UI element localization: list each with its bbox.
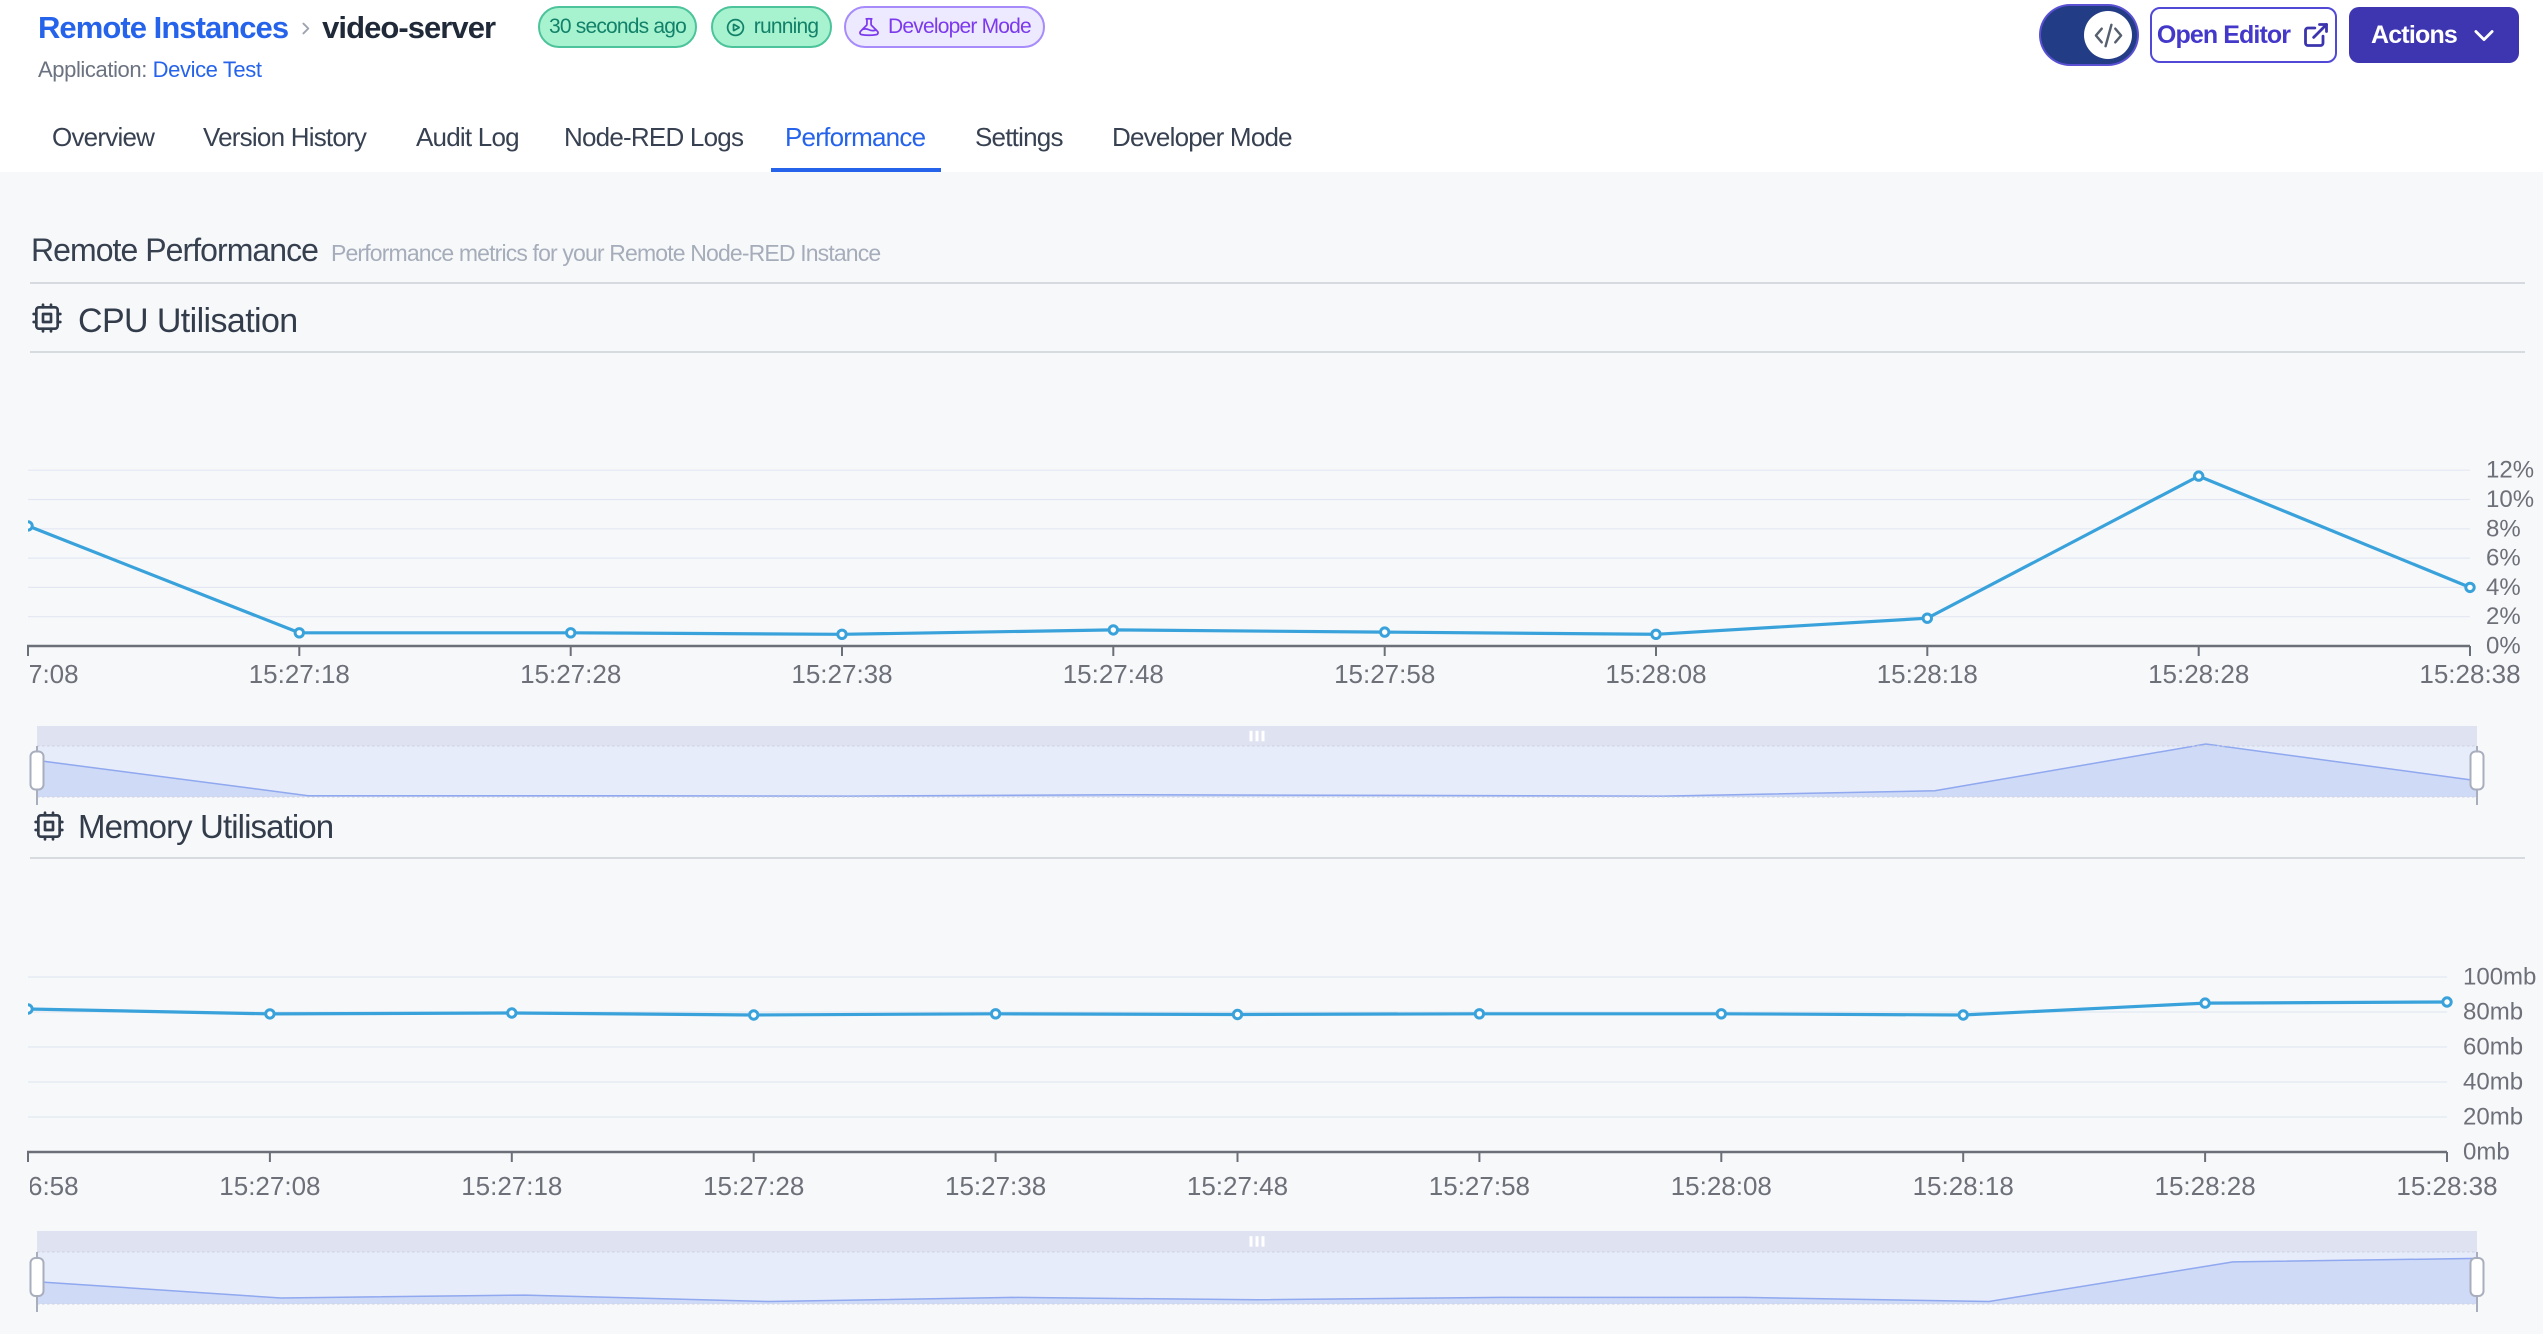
svg-text:15:28:08: 15:28:08 <box>1671 1171 1772 1201</box>
svg-text:8%: 8% <box>2486 515 2521 542</box>
svg-text:15:28:28: 15:28:28 <box>2154 1171 2255 1201</box>
svg-text:40mb: 40mb <box>2463 1069 2523 1096</box>
svg-text:15:28:08: 15:28:08 <box>1605 659 1706 689</box>
svg-text:80mb: 80mb <box>2463 999 2523 1026</box>
svg-text:15:28:28: 15:28:28 <box>2148 659 2249 689</box>
svg-text:15:27:28: 15:27:28 <box>703 1171 804 1201</box>
svg-text:15:27:28: 15:27:28 <box>520 659 621 689</box>
svg-text:0mb: 0mb <box>2463 1139 2510 1166</box>
svg-text:10%: 10% <box>2486 486 2534 513</box>
svg-text:15:27:38: 15:27:38 <box>791 659 892 689</box>
svg-text:15:27:08: 15:27:08 <box>0 659 79 689</box>
svg-text:6%: 6% <box>2486 545 2521 572</box>
svg-text:15:27:58: 15:27:58 <box>1334 659 1435 689</box>
svg-text:4%: 4% <box>2486 574 2521 601</box>
svg-text:15:27:48: 15:27:48 <box>1063 659 1164 689</box>
svg-text:15:28:38: 15:28:38 <box>2419 659 2520 689</box>
svg-text:12%: 12% <box>2486 457 2534 484</box>
svg-text:15:28:38: 15:28:38 <box>2396 1171 2497 1201</box>
svg-text:2%: 2% <box>2486 603 2521 630</box>
svg-text:15:27:18: 15:27:18 <box>461 1171 562 1201</box>
svg-text:0%: 0% <box>2486 633 2521 660</box>
svg-text:15:27:58: 15:27:58 <box>1429 1171 1530 1201</box>
svg-text:15:27:18: 15:27:18 <box>249 659 350 689</box>
svg-text:20mb: 20mb <box>2463 1104 2523 1131</box>
svg-text:60mb: 60mb <box>2463 1034 2523 1061</box>
svg-text:15:27:08: 15:27:08 <box>219 1171 320 1201</box>
svg-text:100mb: 100mb <box>2463 964 2536 991</box>
svg-text:15:27:38: 15:27:38 <box>945 1171 1046 1201</box>
svg-text:15:28:18: 15:28:18 <box>1877 659 1978 689</box>
svg-text:15:28:18: 15:28:18 <box>1913 1171 2014 1201</box>
svg-text:15:27:48: 15:27:48 <box>1187 1171 1288 1201</box>
svg-text:15:26:58: 15:26:58 <box>0 1171 79 1201</box>
